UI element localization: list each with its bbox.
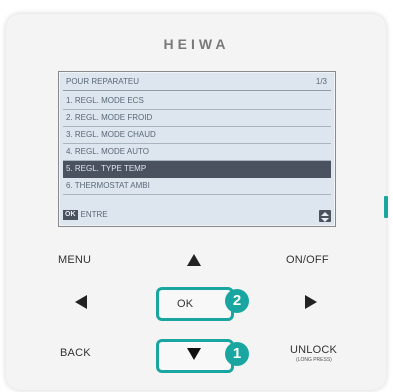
left-arrow-button[interactable] bbox=[75, 295, 87, 309]
back-button[interactable]: BACK bbox=[60, 347, 91, 359]
footer-label: ENTRE bbox=[80, 210, 108, 219]
up-arrow-button[interactable] bbox=[187, 254, 201, 266]
menu-item-2[interactable]: 2. REGL. MODE FROID bbox=[63, 110, 331, 127]
on-off-button[interactable]: ON/OFF bbox=[286, 254, 329, 266]
screen-title: POUR REPARATEU 1/3 bbox=[63, 74, 331, 91]
lcd-screen: POUR REPARATEU 1/3 1. REGL. MODE ECS 2. … bbox=[58, 71, 336, 227]
menu-item-1[interactable]: 1. REGL. MODE ECS bbox=[63, 93, 331, 110]
menu-item-5-selected[interactable]: 5. REGL. TYPE TEMP bbox=[63, 161, 331, 178]
unlock-hint: (LONG PRESS) bbox=[296, 357, 332, 363]
step-badge-2: 2 bbox=[225, 289, 249, 313]
screen-footer: OK ENTRE bbox=[63, 208, 108, 222]
down-arrow-button[interactable] bbox=[187, 348, 201, 360]
menu-item-4[interactable]: 4. REGL. MODE AUTO bbox=[63, 144, 331, 161]
page-indicator: 1/3 bbox=[315, 77, 327, 86]
step-badge-1: 1 bbox=[225, 342, 249, 366]
screen-title-text: POUR REPARATEU bbox=[66, 77, 140, 86]
ok-button[interactable]: OK bbox=[177, 298, 193, 310]
ok-mini-icon: OK bbox=[63, 210, 78, 220]
menu-item-6[interactable]: 6. THERMOSTAT AMBI bbox=[63, 178, 331, 195]
up-down-arrows-icon bbox=[319, 210, 331, 222]
right-arrow-button[interactable] bbox=[305, 295, 317, 309]
menu-button[interactable]: MENU bbox=[58, 254, 91, 266]
ok-button-highlight[interactable] bbox=[156, 287, 234, 321]
brand-logo: HEIWA bbox=[163, 36, 230, 52]
unlock-button[interactable]: UNLOCK bbox=[290, 344, 337, 356]
side-indicator bbox=[384, 196, 388, 218]
menu-item-3[interactable]: 3. REGL. MODE CHAUD bbox=[63, 127, 331, 144]
